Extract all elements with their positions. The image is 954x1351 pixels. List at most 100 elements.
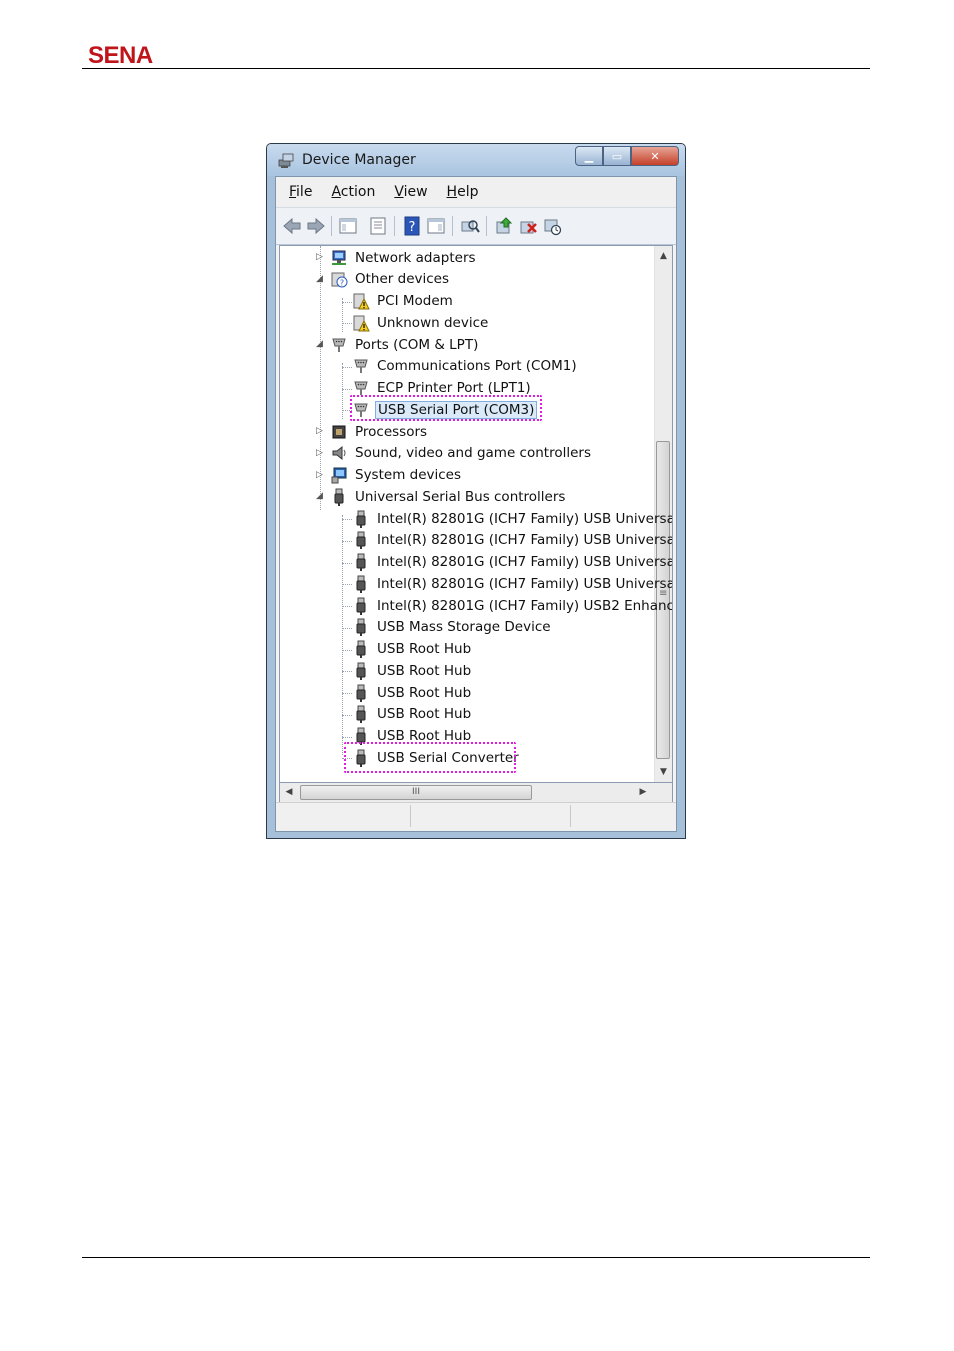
tree-category[interactable]: Ports (COM & LPT): [330, 334, 480, 355]
tree-guide-line: [342, 298, 343, 332]
tree-category[interactable]: System devices: [330, 465, 463, 486]
usb-icon: [356, 597, 366, 615]
expand-arrow-icon[interactable]: ▷: [316, 470, 325, 480]
svg-text:?: ?: [340, 279, 344, 288]
tree-category[interactable]: ? Other devices: [330, 269, 451, 290]
menu-help-rest: elp: [457, 184, 479, 200]
horizontal-scrollbar[interactable]: ◀ III ▶: [279, 783, 673, 803]
tree-guide-branch: [342, 301, 352, 303]
tree-guide-branch: [342, 736, 352, 738]
scroll-down-icon[interactable]: ▼: [655, 764, 672, 780]
expand-arrow-icon[interactable]: ▷: [316, 448, 325, 458]
window-controls: ▁ ▭ ✕: [575, 146, 679, 166]
toolbar-separator: [486, 216, 487, 236]
tree-category[interactable]: Universal Serial Bus controllers: [330, 486, 567, 507]
tree-device[interactable]: Intel(R) 82801G (ICH7 Family) USB Univer…: [352, 530, 673, 551]
menu-help[interactable]: Help: [447, 184, 479, 200]
tree-guide-branch: [342, 627, 352, 629]
collapse-arrow-icon[interactable]: ◢: [316, 340, 325, 349]
tree-item-label: Unknown device: [377, 314, 489, 331]
tree-category[interactable]: Processors: [330, 421, 429, 442]
tree-item-label: USB Root Hub: [377, 684, 472, 701]
scroll-right-icon[interactable]: ▶: [636, 784, 650, 800]
warning-device-icon: [353, 293, 370, 310]
scroll-up-icon[interactable]: ▲: [655, 248, 672, 264]
tree-item-label: System devices: [355, 467, 462, 483]
show-hide-action-pane-icon[interactable]: [426, 216, 446, 236]
port-icon: [332, 338, 346, 352]
h-grip-icon: III: [412, 787, 420, 797]
usb-icon: [356, 662, 366, 680]
usb-icon: [356, 531, 366, 550]
collapse-arrow-icon[interactable]: ◢: [316, 492, 325, 501]
tree-device[interactable]: USB Root Hub: [352, 704, 473, 725]
usb-icon: [356, 510, 366, 528]
toolbar: ?: [276, 208, 676, 245]
forward-icon[interactable]: [306, 216, 326, 236]
tree-item-label: Other devices: [355, 271, 449, 288]
scan-hardware-icon[interactable]: [460, 216, 480, 236]
help-icon[interactable]: ?: [402, 216, 422, 236]
menu-file[interactable]: File: [289, 184, 312, 200]
disable-icon[interactable]: [542, 216, 562, 236]
tree-category[interactable]: Network adapters: [330, 247, 478, 268]
tree-device[interactable]: USB Root Hub: [352, 682, 473, 703]
tree-item-label: Universal Serial Bus controllers: [355, 488, 566, 505]
status-bar: [276, 802, 676, 831]
usb-icon: [356, 575, 366, 593]
properties-icon[interactable]: [368, 216, 388, 236]
tree-category[interactable]: Sound, video and game controllers: [330, 443, 593, 464]
menu-action-rest: ction: [340, 184, 376, 200]
expand-arrow-icon[interactable]: ▷: [316, 253, 325, 262]
tree-item-label: PCI Modem: [377, 293, 453, 309]
processor-icon: [332, 425, 346, 438]
device-tree[interactable]: ▲ ≡ ▼ ▷ Network adapters ◢? Other devices PC…: [279, 245, 673, 783]
horizontal-scroll-thumb[interactable]: III: [300, 785, 532, 800]
tree-item-label: Processors: [355, 423, 428, 440]
update-driver-icon[interactable]: [494, 216, 514, 236]
tree-item-label: USB Root Hub: [377, 641, 472, 657]
close-button[interactable]: ✕: [631, 146, 679, 166]
toolbar-separator: [331, 216, 332, 236]
uninstall-icon[interactable]: [518, 216, 538, 236]
tree-guide-branch: [342, 323, 352, 325]
menu-action[interactable]: Action: [331, 184, 375, 200]
tree-device[interactable]: Intel(R) 82801G (ICH7 Family) USB Univer…: [352, 552, 672, 573]
tree-device[interactable]: Unknown device: [352, 312, 490, 333]
usb-icon: [356, 553, 366, 571]
close-icon: ✕: [650, 149, 660, 163]
tree-device[interactable]: USB Root Hub: [352, 660, 473, 681]
menu-view[interactable]: View: [394, 184, 427, 200]
usb-icon: [356, 640, 366, 658]
tree-guide-branch: [342, 540, 352, 542]
tree-item-label: Intel(R) 82801G (ICH7 Family) USB Univer…: [377, 532, 673, 549]
tree-device[interactable]: Intel(R) 82801G (ICH7 Family) USB2 Enhan…: [352, 595, 672, 616]
scroll-left-icon[interactable]: ◀: [282, 784, 296, 800]
tree-item-label: USB Root Hub: [377, 662, 472, 679]
tree-device[interactable]: USB Root Hub: [352, 639, 473, 660]
sena-logo: SENA: [88, 42, 153, 69]
tree-device[interactable]: PCI Modem: [352, 291, 455, 312]
minimize-button[interactable]: ▁: [575, 146, 603, 166]
collapse-arrow-icon[interactable]: ◢: [316, 274, 325, 284]
tree-item-label: Ports (COM & LPT): [355, 336, 479, 353]
back-icon[interactable]: [282, 216, 302, 236]
toolbar-separator: [452, 216, 453, 236]
maximize-button[interactable]: ▭: [603, 146, 631, 166]
minimize-icon: ▁: [584, 149, 594, 163]
maximize-icon: ▭: [611, 149, 623, 163]
tree-device[interactable]: Intel(R) 82801G (ICH7 Family) USB Univer…: [352, 508, 672, 529]
show-hide-console-tree-icon[interactable]: [338, 216, 358, 236]
tree-item-label: ECP Printer Port (LPT1): [377, 380, 531, 396]
tree-item-label: Intel(R) 82801G (ICH7 Family) USB Univer…: [377, 575, 673, 592]
tree-device[interactable]: Communications Port (COM1): [352, 356, 579, 377]
title-bar[interactable]: Device Manager ▁ ▭ ✕: [267, 144, 685, 176]
menu-view-rest: iew: [403, 184, 428, 200]
tree-guide-branch: [342, 584, 352, 586]
tree-device[interactable]: USB Mass Storage Device: [352, 617, 553, 638]
tree-guide-branch: [342, 366, 352, 368]
window-title: Device Manager: [302, 152, 416, 168]
tree-item-label: USB Root Hub: [377, 706, 472, 723]
tree-device[interactable]: Intel(R) 82801G (ICH7 Family) USB Univer…: [352, 573, 673, 594]
expand-arrow-icon[interactable]: ▷: [316, 427, 325, 436]
